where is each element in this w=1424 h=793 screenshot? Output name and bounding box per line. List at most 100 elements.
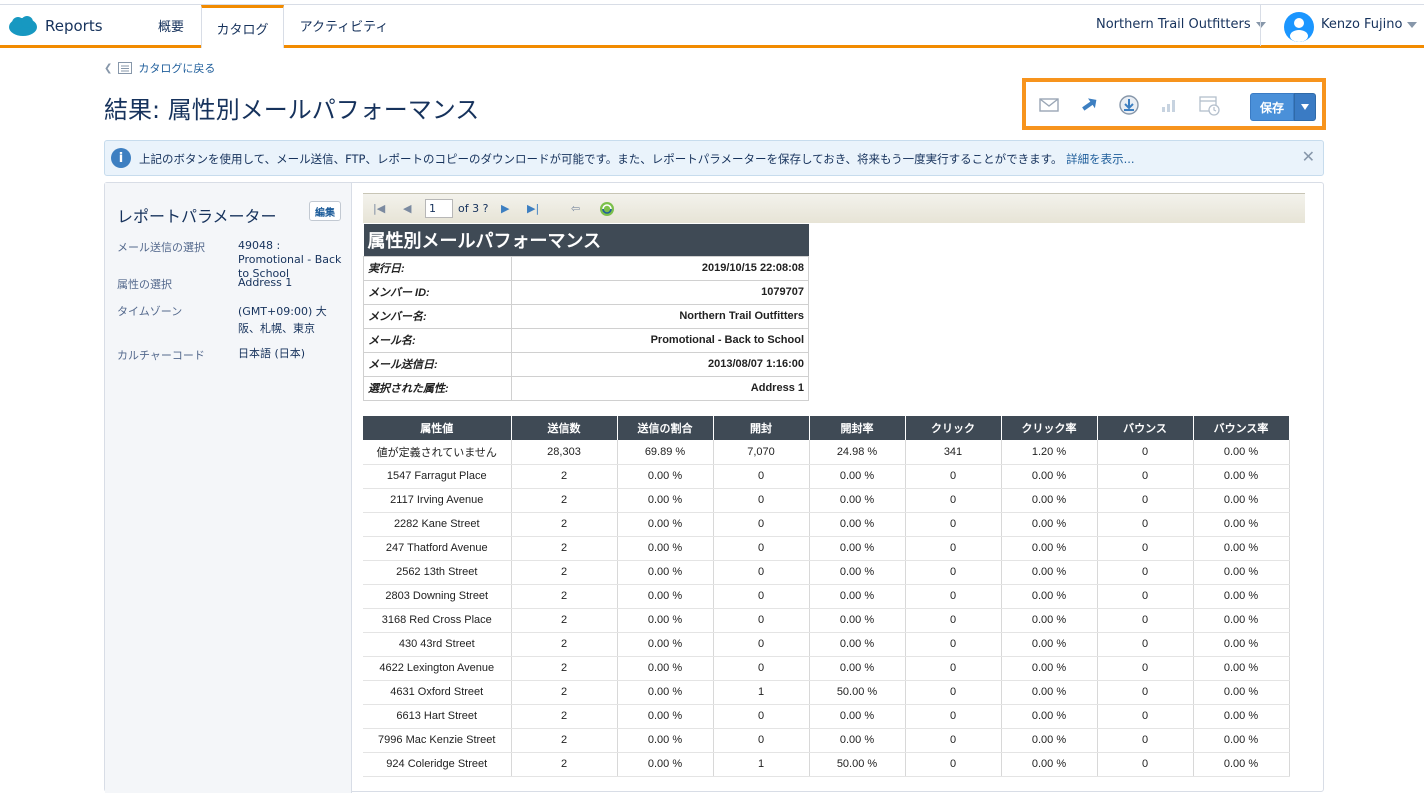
table-cell: 0.00 % xyxy=(617,608,714,633)
top-nav: Reports 概要 カタログ アクティビティ Northern Trail O… xyxy=(0,4,1424,48)
table-cell: 0 xyxy=(905,560,1002,585)
table-cell: 0.00 % xyxy=(1001,656,1098,681)
table-cell: 0 xyxy=(905,656,1002,681)
column-header: 属性値 xyxy=(363,416,512,440)
page-count: of 3 ? xyxy=(458,202,489,215)
table-cell: 0.00 % xyxy=(809,536,906,561)
table-cell: 7,070 xyxy=(713,440,810,465)
last-page-icon[interactable]: ▶| xyxy=(527,202,539,215)
table-cell: 0.00 % xyxy=(1001,680,1098,705)
tab-activity[interactable]: アクティビティ xyxy=(284,5,404,46)
edit-parameters-button[interactable]: 編集 xyxy=(309,201,341,221)
table-cell: 0.00 % xyxy=(809,704,906,729)
table-cell: 0 xyxy=(1097,512,1194,537)
viewer-toolbar: |◀ ◀ 1 of 3 ? ▶ ▶| ⇦ xyxy=(363,193,1305,223)
meta-key: 実行日: xyxy=(363,255,512,281)
back-label: カタログに戻る xyxy=(138,62,216,75)
table-cell: 1 xyxy=(713,680,810,705)
table-cell: 0 xyxy=(905,608,1002,633)
table-cell: 2 xyxy=(511,488,618,513)
table-cell: 3168 Red Cross Place xyxy=(363,608,512,633)
page-title: 結果: 属性別メールパフォーマンス xyxy=(104,96,480,124)
meta-value: Address 1 xyxy=(511,375,809,401)
table-cell: 0.00 % xyxy=(1193,632,1290,657)
meta-key: メール送信日: xyxy=(363,351,512,377)
previous-page-icon[interactable]: ◀ xyxy=(403,202,411,215)
ftp-transfer-icon[interactable] xyxy=(1078,94,1100,116)
back-icon[interactable]: ⇦ xyxy=(571,202,580,215)
info-icon: i xyxy=(111,148,131,168)
user-name: Kenzo Fujino xyxy=(1321,17,1403,32)
table-cell: 0.00 % xyxy=(617,680,714,705)
table-cell: 0 xyxy=(1097,560,1194,585)
meta-value: 1079707 xyxy=(511,279,809,305)
app-name[interactable]: Reports xyxy=(45,17,103,35)
parameters-sidebar: レポートパラメーター 編集 メール送信の選択 49048 : Promotion… xyxy=(105,183,352,793)
table-row: 430 43rd Street 2 0.00 % 0 0.00 % 0 0.00 % 0 0.0… xyxy=(363,632,1290,657)
meta-row: メール送信日: 2013/08/07 1:16:00 xyxy=(363,351,809,377)
column-header: 開封率 xyxy=(809,416,906,440)
meta-key: メンバー名: xyxy=(363,303,512,329)
table-cell: 0.00 % xyxy=(617,560,714,585)
table-cell: 69.89 % xyxy=(617,440,714,465)
column-header: バウンス xyxy=(1097,416,1194,440)
info-message: 上記のボタンを使用して、メール送信、FTP、レポートのコピーのダウンロードが可能… xyxy=(139,152,1063,166)
tab-label: 概要 xyxy=(157,20,184,35)
table-cell: 924 Coleridge Street xyxy=(363,752,512,777)
meta-row: 実行日: 2019/10/15 22:08:08 xyxy=(363,255,809,281)
meta-value: 2019/10/15 22:08:08 xyxy=(511,255,809,281)
table-cell: 2 xyxy=(511,608,618,633)
info-details-link[interactable]: 詳細を表示... xyxy=(1066,152,1134,166)
first-page-icon[interactable]: |◀ xyxy=(373,202,385,215)
report-toolbar: 保存 xyxy=(1022,78,1326,130)
salesforce-logo[interactable] xyxy=(8,15,38,37)
table-cell: 0 xyxy=(1097,680,1194,705)
meta-row: 選択された属性: Address 1 xyxy=(363,375,809,401)
save-button[interactable]: 保存 xyxy=(1250,93,1294,121)
save-dropdown-button[interactable] xyxy=(1294,93,1316,121)
table-cell: 0.00 % xyxy=(1001,704,1098,729)
table-cell: 0 xyxy=(713,728,810,753)
tab-catalog[interactable]: カタログ xyxy=(201,5,284,48)
table-cell: 0.00 % xyxy=(1001,464,1098,489)
table-cell: 0.00 % xyxy=(1001,488,1098,513)
table-cell: 4622 Lexington Avenue xyxy=(363,656,512,681)
table-cell: 0 xyxy=(1097,656,1194,681)
table-cell: 0.00 % xyxy=(617,512,714,537)
table-cell: 24.98 % xyxy=(809,440,906,465)
avatar[interactable] xyxy=(1284,12,1314,42)
table-cell: 0 xyxy=(905,632,1002,657)
next-page-icon[interactable]: ▶ xyxy=(501,202,509,215)
close-icon[interactable]: ✕ xyxy=(1302,147,1315,166)
table-cell: 0.00 % xyxy=(1193,512,1290,537)
table-cell: 0.00 % xyxy=(809,608,906,633)
schedule-icon[interactable] xyxy=(1198,94,1220,116)
refresh-icon[interactable] xyxy=(599,201,615,217)
table-cell: 0.00 % xyxy=(1193,536,1290,561)
table-row: 247 Thatford Avenue 2 0.00 % 0 0.00 % 0 0.00 %… xyxy=(363,536,1290,561)
chart-icon[interactable] xyxy=(1158,94,1180,116)
table-cell: 0.00 % xyxy=(1193,488,1290,513)
info-banner: i 上記のボタンを使用して、メール送信、FTP、レポートのコピーのダウンロードが… xyxy=(104,140,1324,176)
table-cell: 0.00 % xyxy=(1193,680,1290,705)
list-icon xyxy=(118,62,133,74)
back-to-catalog-link[interactable]: ❮ カタログに戻る xyxy=(104,60,215,76)
table-cell: 2803 Downing Street xyxy=(363,584,512,609)
table-cell: 6613 Hart Street xyxy=(363,704,512,729)
table-cell: 0.00 % xyxy=(617,536,714,561)
user-menu[interactable]: Kenzo Fujino xyxy=(1321,17,1418,32)
email-icon[interactable] xyxy=(1038,94,1060,116)
table-cell: 2 xyxy=(511,680,618,705)
table-cell: 0 xyxy=(1097,608,1194,633)
page-number-input[interactable]: 1 xyxy=(425,199,453,218)
column-header: バウンス率 xyxy=(1193,416,1290,440)
table-cell: 0.00 % xyxy=(809,632,906,657)
org-switcher[interactable]: Northern Trail Outfitters xyxy=(1096,17,1266,32)
table-cell: 0 xyxy=(1097,584,1194,609)
download-icon[interactable] xyxy=(1118,94,1140,116)
table-cell: 0 xyxy=(1097,752,1194,777)
report-title: 属性別メールパフォーマンス xyxy=(363,224,809,256)
tab-overview[interactable]: 概要 xyxy=(140,5,202,46)
table-cell: 2 xyxy=(511,512,618,537)
info-text-container: 上記のボタンを使用して、メール送信、FTP、レポートのコピーのダウンロードが可能… xyxy=(139,151,1135,167)
